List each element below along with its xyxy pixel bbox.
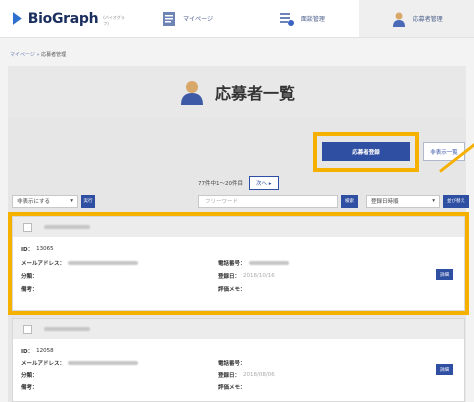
note-row: 備考：	[21, 285, 38, 293]
breadcrumb-current: 応募者管理	[41, 52, 67, 58]
note-label: 備考：	[21, 287, 38, 293]
pager-summary: 77件中1〜20件目	[198, 181, 243, 187]
mail-label: メールアドレス：	[21, 361, 66, 367]
detail-button[interactable]: 詳細	[436, 364, 453, 375]
eval-label: 評価メモ：	[218, 287, 246, 293]
phone-label: 電話番号：	[218, 361, 246, 367]
search-input[interactable]: フリーワード	[198, 194, 338, 208]
mail-label: メールアドレス：	[21, 261, 66, 267]
logo-text: BioGraph	[27, 10, 99, 27]
search-button[interactable]: 検索	[341, 194, 358, 208]
regdate-label: 登録日：	[218, 373, 241, 379]
phone-row: 電話番号：	[218, 359, 246, 367]
run-button[interactable]: 実行	[81, 194, 95, 208]
id-value: 13065	[36, 246, 54, 252]
applicant-name-blurred	[44, 327, 90, 331]
regdate-row: 登録日： 2018/10/16	[218, 272, 275, 280]
sort-button[interactable]: 並び替え	[443, 194, 469, 208]
applicant-card-header	[13, 319, 464, 339]
mail-value-blurred	[68, 361, 139, 365]
select-checkbox[interactable]	[23, 222, 32, 232]
title-panel: 応募者一覧	[8, 66, 466, 118]
regdate-value: 2018/08/06	[243, 372, 275, 378]
applicant-card: ID： 12058 メールアドレス： 分類： 備考： 電話番号： 登録日： 20…	[12, 318, 465, 402]
mail-value-blurred	[68, 261, 139, 265]
search-bar: フリーワード 検索	[198, 194, 358, 208]
category-row: 分類：	[21, 371, 38, 379]
id-label: ID：	[21, 247, 34, 253]
logo[interactable]: BioGraph (バイオグラフ)	[0, 0, 130, 37]
bulk-action-value: 非表示にする	[17, 199, 51, 205]
phone-value-blurred	[248, 261, 289, 265]
page-title: 応募者一覧	[214, 84, 295, 103]
sort-value: 登録日時順	[371, 199, 399, 205]
select-checkbox[interactable]	[23, 324, 32, 334]
nav-interview-label: 面談管理	[300, 16, 325, 23]
regdate-value: 2018/10/16	[243, 273, 275, 279]
note-row: 備考：	[21, 383, 38, 391]
logo-subtext: (バイオグラフ)	[103, 14, 125, 26]
document-icon	[163, 11, 176, 26]
breadcrumb: マイページ » 応募者管理	[10, 51, 66, 58]
category-label: 分類：	[21, 373, 38, 379]
register-applicant-button[interactable]: 応募者登録	[322, 142, 410, 161]
chevron-down-icon: ▾	[432, 198, 435, 204]
phone-label: 電話番号：	[218, 261, 246, 267]
schedule-grid-icon	[279, 12, 294, 26]
id-row: ID： 12058	[21, 347, 54, 355]
bulk-action-bar: 非表示にする ▾ 実行	[12, 194, 95, 208]
id-row: ID： 13065	[21, 245, 54, 253]
applicant-person-icon	[180, 81, 203, 105]
eval-row: 評価メモ：	[218, 285, 246, 293]
applicant-card-header	[13, 217, 464, 237]
applicant-name-blurred	[44, 225, 90, 229]
regdate-label: 登録日：	[218, 274, 241, 280]
nav-applicants[interactable]: 応募者管理	[359, 0, 474, 37]
id-label: ID：	[21, 349, 34, 355]
note-label: 備考：	[21, 385, 38, 391]
category-row: 分類：	[21, 272, 38, 280]
nav-mypage[interactable]: マイページ	[130, 0, 245, 37]
regdate-row: 登録日： 2018/08/06	[218, 371, 275, 379]
nav-applicants-label: 応募者管理	[412, 16, 443, 23]
breadcrumb-sep: »	[36, 52, 40, 58]
mail-row: メールアドレス：	[21, 359, 139, 367]
eval-label: 評価メモ：	[218, 385, 246, 391]
category-label: 分類：	[21, 274, 38, 280]
person-icon	[392, 12, 405, 27]
pager: 77件中1〜20件目 次へ ▸	[198, 176, 279, 190]
bulk-action-select[interactable]: 非表示にする ▾	[12, 194, 78, 208]
sort-bar: 登録日時順 ▾ 並び替え	[366, 194, 469, 208]
mail-row: メールアドレス：	[21, 259, 139, 267]
id-value: 12058	[36, 348, 54, 354]
applicant-card: ID： 13065 メールアドレス： 分類： 備考： 電話番号： 登録日： 20…	[12, 216, 465, 311]
breadcrumb-root[interactable]: マイページ	[10, 52, 35, 58]
nav-mypage-label: マイページ	[183, 16, 214, 23]
chevron-down-icon: ▾	[70, 198, 73, 204]
next-page-button[interactable]: 次へ ▸	[249, 176, 279, 190]
sort-select[interactable]: 登録日時順 ▾	[366, 194, 440, 208]
nav-interview[interactable]: 面談管理	[245, 0, 360, 37]
detail-button[interactable]: 詳細	[436, 269, 453, 280]
eval-row: 評価メモ：	[218, 383, 246, 391]
logo-icon	[12, 12, 22, 25]
top-header: BioGraph (バイオグラフ) マイページ 面談管理 応募者管理	[0, 0, 474, 38]
phone-row: 電話番号：	[218, 259, 289, 267]
